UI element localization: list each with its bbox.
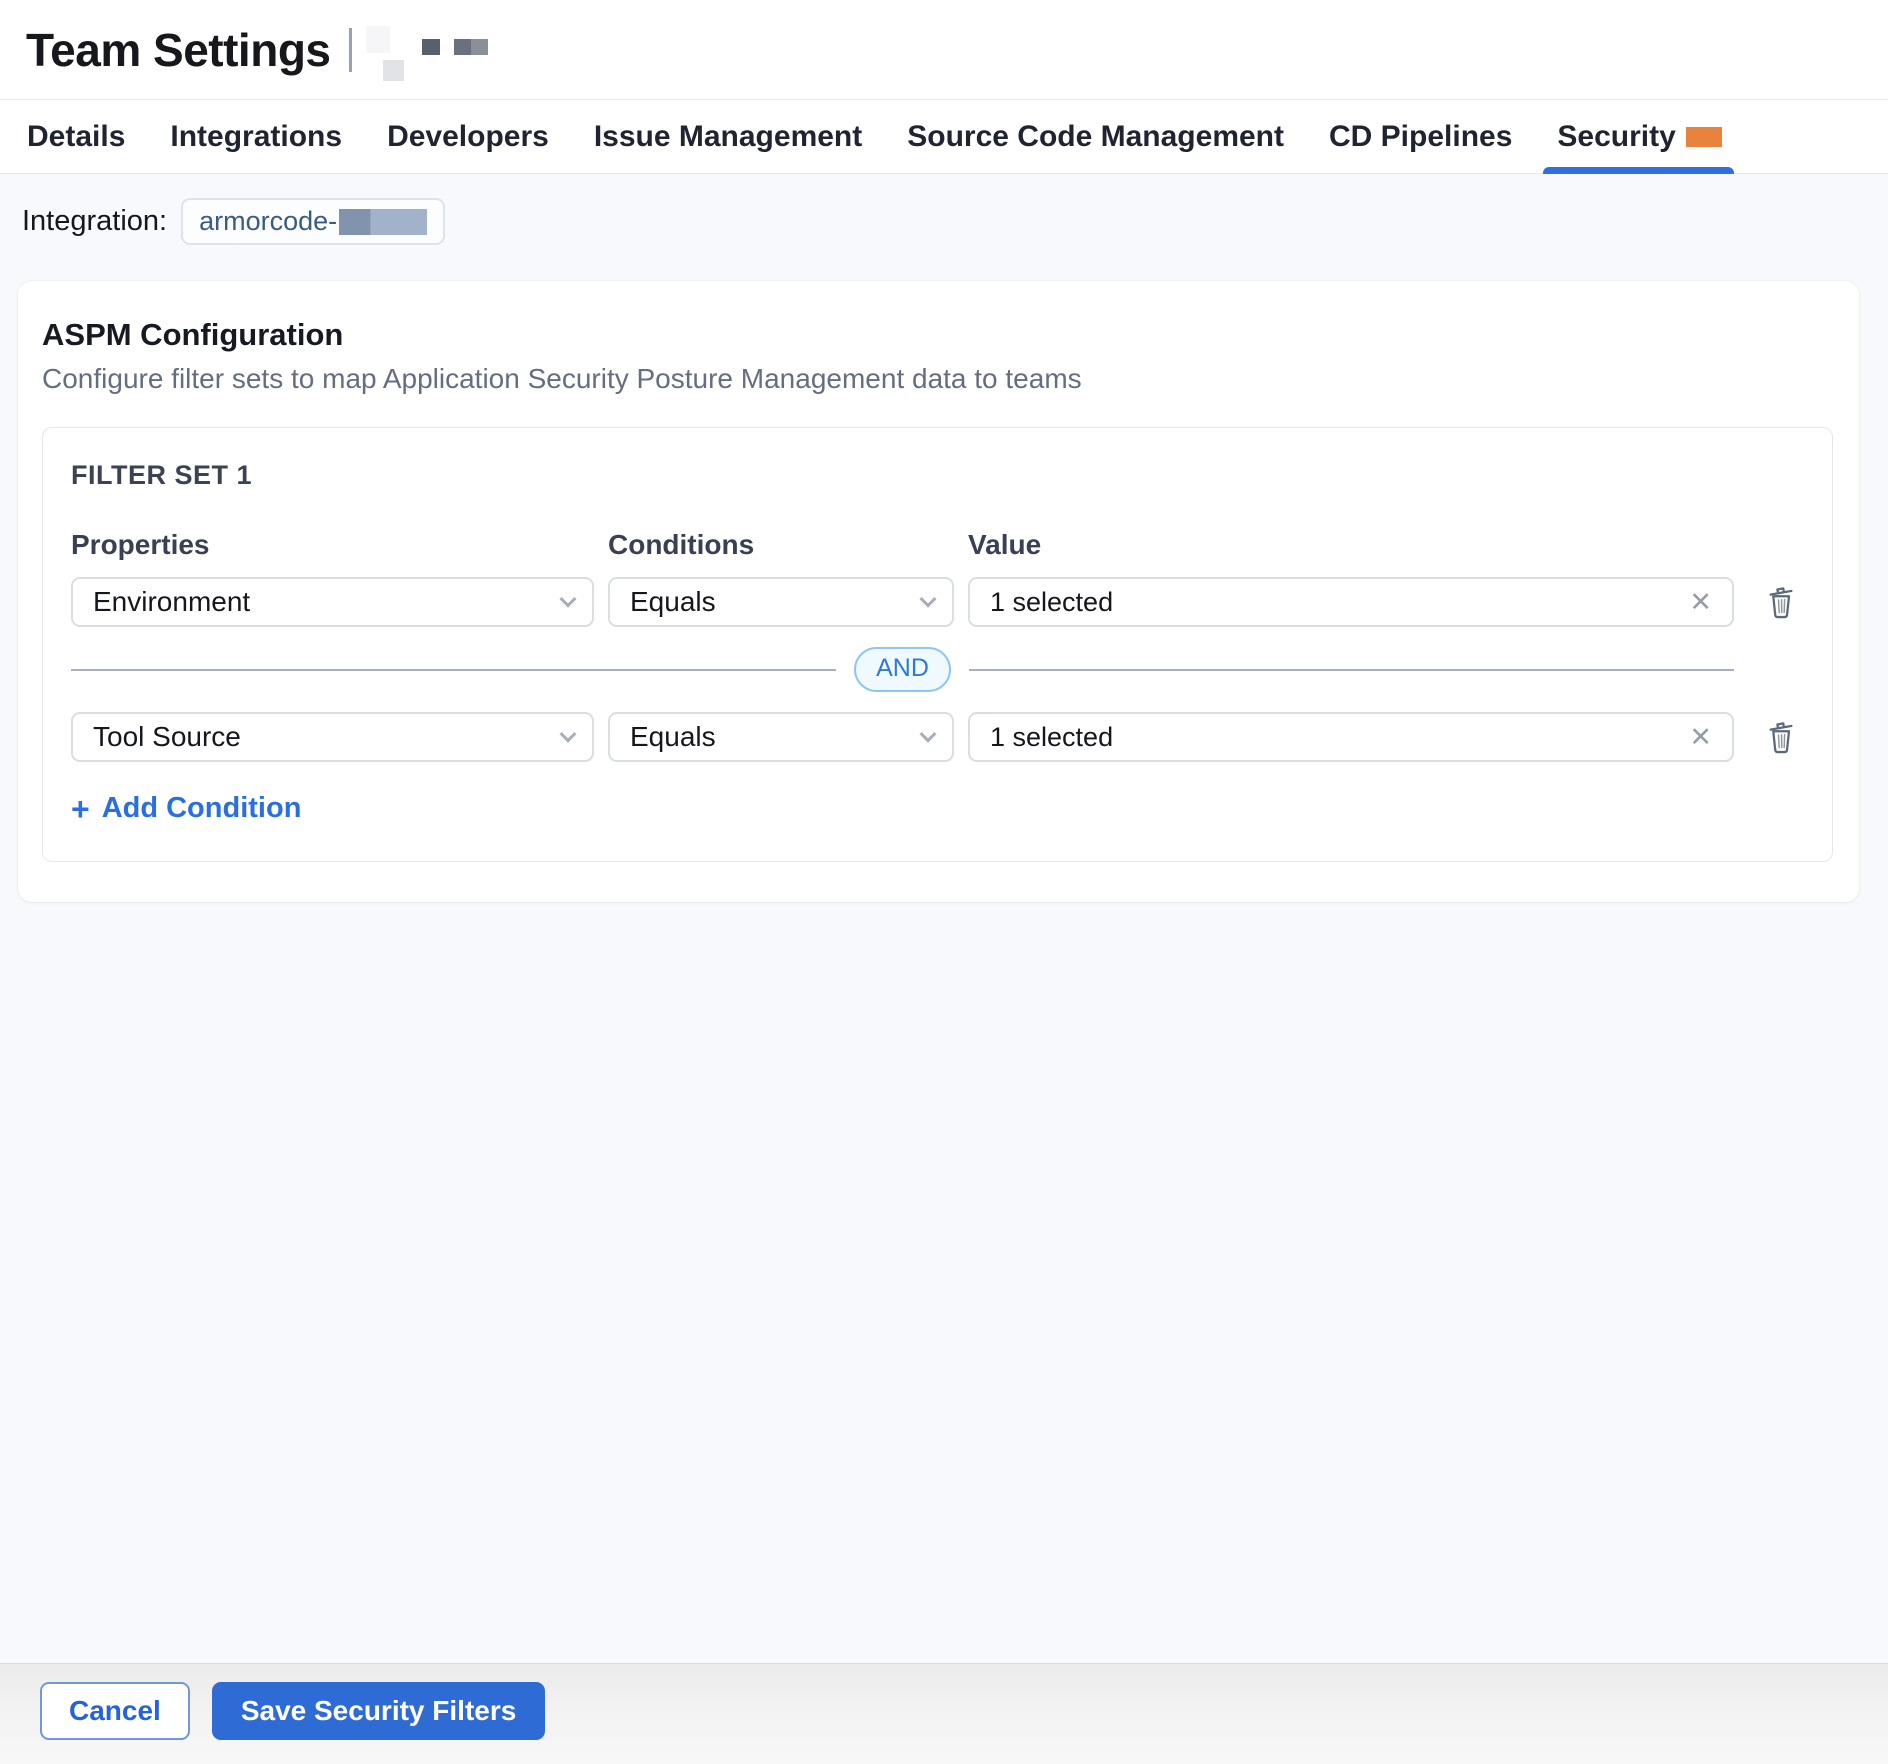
tab-details[interactable]: Details [27, 100, 125, 173]
chevron-down-icon [560, 591, 577, 608]
tab-issue-management[interactable]: Issue Management [594, 100, 862, 173]
value-multiselect[interactable]: 1 selected ✕ [968, 712, 1734, 762]
delete-condition-button[interactable] [1758, 584, 1804, 620]
condition-select[interactable]: Equals [608, 577, 954, 627]
tab-developers[interactable]: Developers [387, 100, 549, 173]
value-selected-text: 1 selected [990, 722, 1113, 753]
and-pill: AND [854, 647, 951, 692]
properties-column-header: Properties [71, 529, 594, 561]
condition-select-value: Equals [630, 721, 716, 753]
plus-icon: + [71, 793, 90, 825]
page: Team Settings Details Integrations Devel… [0, 0, 1888, 1764]
add-condition-button[interactable]: + Add Condition [71, 792, 301, 825]
property-select[interactable]: Environment [71, 577, 594, 627]
page-header: Team Settings [0, 0, 1888, 100]
aspm-title: ASPM Configuration [42, 317, 1833, 353]
property-select[interactable]: Tool Source [71, 712, 594, 762]
tab-security[interactable]: Security [1557, 100, 1721, 173]
trash-icon [1765, 719, 1797, 755]
tab-label: Details [27, 120, 125, 154]
trash-icon [1765, 584, 1797, 620]
integration-chip[interactable]: armorcode- [181, 198, 445, 245]
conditions-column-header: Conditions [608, 529, 954, 561]
filter-row: Tool Source Equals 1 selected ✕ [71, 712, 1804, 762]
integration-label: Integration: [22, 205, 167, 238]
integration-chip-text: armorcode- [199, 206, 337, 237]
footer-bar: Cancel Save Security Filters [0, 1663, 1888, 1764]
property-select-value: Tool Source [93, 721, 241, 753]
clear-icon[interactable]: ✕ [1687, 587, 1714, 618]
value-selected-text: 1 selected [990, 587, 1113, 618]
tab-cd-pipelines[interactable]: CD Pipelines [1329, 100, 1512, 173]
chevron-down-icon [920, 591, 937, 608]
redacted-block [366, 26, 390, 53]
aspm-subtitle: Configure filter sets to map Application… [42, 363, 1833, 395]
tab-label: Source Code Management [907, 120, 1284, 154]
tab-integrations[interactable]: Integrations [170, 100, 342, 173]
filter-set-card: FILTER SET 1 Properties Conditions Value… [42, 427, 1833, 862]
condition-select-value: Equals [630, 586, 716, 618]
chevron-down-icon [920, 726, 937, 743]
tab-label: Issue Management [594, 120, 862, 154]
redacted-chip-value [339, 209, 427, 235]
integration-row: Integration: armorcode- [22, 198, 1859, 245]
aspm-configuration-card: ASPM Configuration Configure filter sets… [18, 281, 1859, 902]
title-divider [349, 28, 352, 72]
page-title: Team Settings [26, 23, 331, 77]
redacted-block [454, 39, 488, 55]
condition-select[interactable]: Equals [608, 712, 954, 762]
and-divider: AND [71, 647, 1804, 692]
redacted-block [422, 39, 440, 55]
chevron-down-icon [560, 726, 577, 743]
value-column-header: Value [968, 529, 1734, 561]
redacted-block [383, 60, 404, 81]
tab-label: CD Pipelines [1329, 120, 1512, 154]
tab-label: Integrations [170, 120, 342, 154]
delete-condition-button[interactable] [1758, 719, 1804, 755]
value-multiselect[interactable]: 1 selected ✕ [968, 577, 1734, 627]
filter-column-headers: Properties Conditions Value [71, 529, 1804, 561]
property-select-value: Environment [93, 586, 250, 618]
redacted-badge [1686, 127, 1722, 147]
tab-label: Developers [387, 120, 549, 154]
save-button[interactable]: Save Security Filters [212, 1682, 545, 1741]
clear-icon[interactable]: ✕ [1687, 722, 1714, 753]
add-condition-label: Add Condition [102, 792, 302, 825]
cancel-button[interactable]: Cancel [40, 1682, 190, 1741]
tab-bar: Details Integrations Developers Issue Ma… [0, 100, 1888, 174]
tab-source-code-management[interactable]: Source Code Management [907, 100, 1284, 173]
content-area: Integration: armorcode- ASPM Configurati… [0, 174, 1888, 1663]
tab-label: Security [1557, 120, 1675, 154]
filter-set-title: FILTER SET 1 [71, 460, 1804, 491]
filter-row: Environment Equals 1 selected ✕ [71, 577, 1804, 627]
